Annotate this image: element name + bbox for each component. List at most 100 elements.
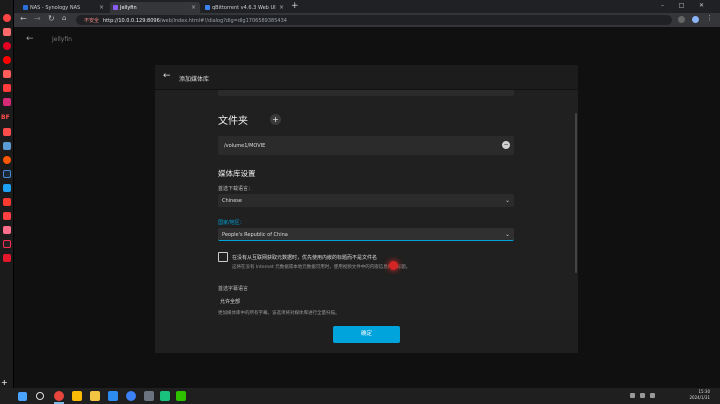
tab-synology[interactable]: NAS - Synology NAS × — [20, 2, 108, 13]
menu-icon[interactable]: ⋮ — [706, 14, 713, 22]
subtitle-help: 更加媒体库中的所有字幕。该选项将对媒体库进行全量扫描。 — [218, 311, 340, 316]
dialog-scrollbar[interactable] — [575, 113, 577, 273]
files-icon[interactable] — [90, 391, 100, 401]
extension-icon[interactable] — [678, 16, 685, 23]
dialog-back-icon[interactable]: ← — [163, 71, 171, 81]
folders-heading: 文件夹 — [218, 116, 248, 127]
close-icon[interactable]: × — [99, 4, 104, 11]
search-icon[interactable] — [36, 392, 44, 400]
folder-path: /volume1/MOVIE — [224, 143, 266, 149]
embedded-title-help: 这将在没有 Internet 元数据或本地元数据可用时，使用视频文件中的内嵌信息… — [232, 265, 411, 270]
add-library-dialog: ← 添加媒体库 电影 文件夹 + /volume1/MOVIE − 媒体库设置 … — [155, 65, 578, 353]
chevron-down-icon: ⌄ — [504, 231, 510, 238]
page-content: ← Jellyfin ← 添加媒体库 电影 文件夹 + /volume1/MOV… — [14, 27, 720, 388]
tab-label: qBittorrent v4.6.3 Web UI — [212, 5, 276, 11]
url-input[interactable]: 不安全 http://10.0.0.129:8096/web/index.html… — [76, 15, 672, 25]
maximize-icon[interactable]: □ — [678, 2, 685, 9]
page-header: ← Jellyfin — [14, 27, 720, 53]
taskbar: 15:30 2024/1/31 — [0, 388, 720, 404]
windows-start-icon[interactable] — [18, 392, 27, 401]
grid-icon[interactable] — [3, 70, 11, 78]
url-path: /web/index.html#!/dialog?dlg=dlg17065893… — [159, 18, 287, 24]
mouse-cursor-highlight — [389, 261, 398, 270]
home-nav-icon[interactable]: ⌂ — [62, 14, 66, 22]
subtitle-value: 允许全部 — [220, 299, 241, 305]
reddit-icon[interactable] — [3, 156, 11, 164]
remove-folder-icon[interactable]: − — [502, 141, 510, 149]
close-icon[interactable]: × — [279, 4, 284, 11]
tray-volume-icon[interactable] — [640, 393, 645, 398]
metadata-language-label: 首选下载语言： — [218, 186, 254, 192]
app2-icon[interactable] — [126, 391, 136, 401]
dialog-title: 添加媒体库 — [179, 76, 210, 83]
x-icon[interactable] — [3, 142, 11, 150]
page-back-icon[interactable]: ← — [26, 34, 34, 44]
tab-jellyfin[interactable]: Jellyfin × — [110, 2, 200, 13]
tab-qbittorrent[interactable]: qBittorrent v4.6.3 Web UI × — [202, 2, 288, 13]
security-warning[interactable]: 不安全 — [84, 18, 99, 24]
alert-icon[interactable] — [3, 84, 11, 92]
app3-icon[interactable] — [144, 391, 154, 401]
display-name-input[interactable]: 电影 — [218, 90, 514, 96]
bilibili-icon[interactable] — [3, 226, 11, 234]
folder-row[interactable]: /volume1/MOVIE − — [218, 136, 514, 155]
new-tab-button[interactable]: + — [291, 1, 299, 11]
forward-icon[interactable]: → — [34, 14, 41, 23]
close-icon[interactable]: × — [191, 4, 196, 11]
country-value: People's Republic of China — [222, 232, 288, 238]
add-folder-button[interactable]: + — [270, 114, 281, 125]
country-label: 国家/地区： — [218, 220, 245, 226]
address-bar: ← → ↻ ⌂ 不安全 http://10.0.0.129:8096/web/in… — [14, 13, 720, 27]
app4-icon[interactable] — [160, 391, 170, 401]
ok-button[interactable]: 确定 — [333, 326, 400, 343]
ig-icon[interactable] — [3, 98, 11, 106]
steam-icon[interactable] — [3, 170, 11, 178]
dialog-header: ← 添加媒体库 — [155, 65, 578, 90]
crop-icon[interactable] — [3, 128, 11, 136]
weibo-icon[interactable] — [3, 254, 11, 262]
chrome-icon[interactable] — [54, 391, 64, 401]
subtitle-select[interactable]: 允许全部 — [218, 294, 514, 307]
reload-icon[interactable]: ↻ — [48, 14, 55, 23]
home-icon[interactable] — [3, 14, 11, 22]
profile-icon[interactable] — [692, 16, 699, 23]
tab-label: Jellyfin — [120, 5, 137, 11]
qbittorrent-icon — [205, 5, 210, 10]
url-host: http://10.0.0.129:8096 — [103, 18, 160, 24]
wechat-icon[interactable] — [176, 391, 186, 401]
window-close-icon[interactable]: ✕ — [698, 2, 705, 9]
embedded-title-label[interactable]: 在没有从互联网获取元数据时，优先使用内嵌的标题而不是文件名 — [232, 254, 377, 261]
recorder-icon[interactable] — [72, 391, 82, 401]
tab-label: NAS - Synology NAS — [30, 5, 81, 11]
jellyfin-brand[interactable]: Jellyfin — [52, 36, 72, 43]
twitter-icon[interactable] — [3, 184, 11, 192]
clock[interactable]: 15:30 2024/1/31 — [689, 389, 710, 401]
pinterest-icon[interactable] — [3, 42, 11, 50]
youtube-icon[interactable] — [3, 56, 11, 64]
star-icon[interactable] — [3, 28, 11, 36]
bf-text-icon[interactable]: BF — [1, 114, 10, 121]
tray-ime-icon[interactable] — [650, 393, 655, 398]
subtitle-label: 首选字幕语言 — [218, 286, 249, 292]
clock-date: 2024/1/31 — [689, 395, 710, 400]
country-select[interactable]: People's Republic of China ⌄ — [218, 228, 514, 241]
app-sidebar: BF + — [0, 0, 14, 388]
add-app-icon[interactable]: + — [1, 378, 8, 387]
embedded-title-checkbox[interactable] — [218, 252, 228, 262]
zhihu-icon[interactable] — [3, 212, 11, 220]
app-icon[interactable] — [108, 391, 118, 401]
minimize-icon[interactable]: – — [659, 2, 666, 9]
dialog-body: 电影 文件夹 + /volume1/MOVIE − 媒体库设置 首选下载语言： … — [155, 90, 578, 320]
music-icon[interactable] — [3, 198, 11, 206]
jellyfin-icon — [113, 5, 118, 10]
metadata-language-select[interactable]: Chinese ⌄ — [218, 194, 514, 207]
chevron-down-icon: ⌄ — [504, 197, 510, 204]
metadata-language-value: Chinese — [222, 198, 242, 204]
tab-strip: NAS - Synology NAS × Jellyfin × qBittorr… — [14, 0, 720, 13]
back-icon[interactable]: ← — [20, 14, 27, 23]
tiktok-icon[interactable] — [3, 240, 11, 248]
tray-network-icon[interactable] — [630, 393, 635, 398]
synology-icon — [23, 5, 28, 10]
dialog-footer: 确定 — [155, 320, 578, 353]
library-settings-heading: 媒体库设置 — [218, 169, 256, 178]
